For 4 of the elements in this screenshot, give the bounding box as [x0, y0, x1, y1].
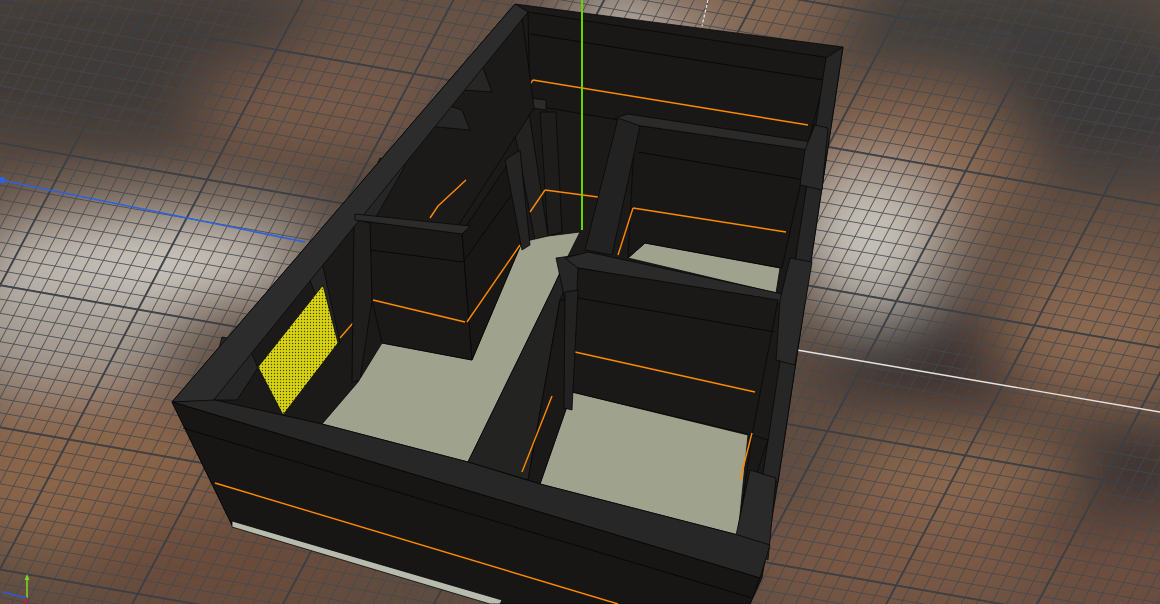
pilaster [799, 124, 829, 191]
axis-gizmo-icon [1, 574, 30, 604]
highlight-edge [429, 179, 467, 219]
highlight-edge [739, 432, 753, 481]
